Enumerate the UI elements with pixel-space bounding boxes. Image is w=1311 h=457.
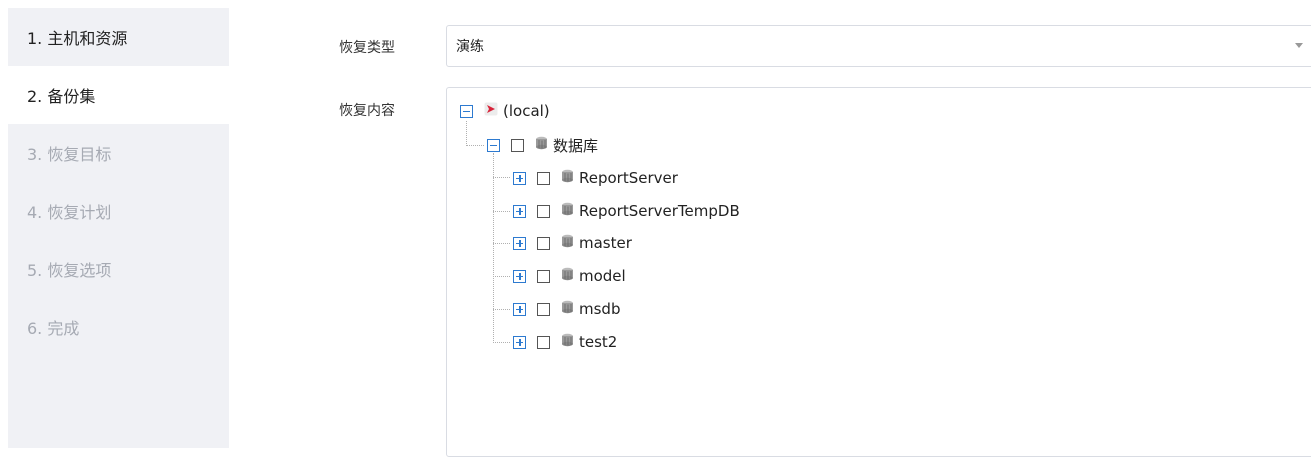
tree-guide-line xyxy=(493,309,510,310)
database-icon xyxy=(535,136,548,154)
tree-guide-line xyxy=(493,211,510,212)
database-checkbox[interactable] xyxy=(537,335,550,349)
tree-guide-line xyxy=(493,342,510,343)
step-label: 3. 恢复目标 xyxy=(27,145,112,164)
step-label: 1. 主机和资源 xyxy=(27,29,128,48)
database-checkbox[interactable] xyxy=(537,302,550,316)
database-icon xyxy=(561,202,574,220)
step-restore-target[interactable]: 3. 恢复目标 xyxy=(8,124,229,182)
expand-toggle-icon[interactable] xyxy=(513,171,526,185)
database-icon xyxy=(561,300,574,318)
tree-node-local[interactable]: (local) xyxy=(460,102,550,120)
tree-node-database[interactable]: msdb xyxy=(513,300,620,318)
restore-type-select[interactable]: 演练 xyxy=(446,25,1311,67)
expand-toggle-icon[interactable] xyxy=(513,269,526,283)
chevron-down-icon xyxy=(1295,43,1303,48)
databases-checkbox[interactable] xyxy=(511,138,524,152)
tree-guide-line xyxy=(493,153,494,343)
tree-node-label: test2 xyxy=(579,333,618,351)
tree-node-databases[interactable]: 数据库 xyxy=(487,136,599,155)
step-restore-plan[interactable]: 4. 恢复计划 xyxy=(8,182,229,240)
step-label: 5. 恢复选项 xyxy=(27,261,112,280)
database-icon xyxy=(561,267,574,285)
tree-node-label: msdb xyxy=(579,300,621,318)
restore-type-value: 演练 xyxy=(456,39,484,55)
database-icon xyxy=(561,234,574,252)
tree-node-database[interactable]: ReportServerTempDB xyxy=(513,202,740,220)
tree-node-database[interactable]: master xyxy=(513,234,632,252)
step-label: 2. 备份集 xyxy=(27,87,96,106)
tree-guide-line xyxy=(466,145,484,146)
server-icon xyxy=(484,102,498,120)
tree-node-label: model xyxy=(579,267,626,285)
tree-node-database[interactable]: ReportServer xyxy=(513,169,678,187)
tree-node-label: 数据库 xyxy=(553,136,599,155)
database-icon xyxy=(561,333,574,351)
restore-content-label: 恢复内容 xyxy=(339,103,395,119)
wizard-steps: 1. 主机和资源 2. 备份集 3. 恢复目标 4. 恢复计划 5. 恢复选项 … xyxy=(8,8,229,448)
restore-type-label: 恢复类型 xyxy=(339,40,395,56)
step-label: 4. 恢复计划 xyxy=(27,203,112,222)
collapse-toggle-icon[interactable] xyxy=(487,138,500,152)
tree-node-label: ReportServerTempDB xyxy=(579,202,740,220)
step-restore-options[interactable]: 5. 恢复选项 xyxy=(8,240,229,298)
step-label: 6. 完成 xyxy=(27,319,80,338)
tree-guide-line xyxy=(466,121,467,146)
database-checkbox[interactable] xyxy=(537,269,550,283)
tree-guide-line xyxy=(493,243,510,244)
step-backup-set[interactable]: 2. 备份集 xyxy=(8,66,229,124)
tree-node-database[interactable]: test2 xyxy=(513,333,617,351)
tree-guide-line xyxy=(493,276,510,277)
tree-node-label: (local) xyxy=(503,102,550,120)
expand-toggle-icon[interactable] xyxy=(513,335,526,349)
expand-toggle-icon[interactable] xyxy=(513,302,526,316)
expand-toggle-icon[interactable] xyxy=(513,204,526,218)
database-checkbox[interactable] xyxy=(537,204,550,218)
step-host-resources[interactable]: 1. 主机和资源 xyxy=(8,8,229,66)
database-icon xyxy=(561,169,574,187)
tree-node-label: ReportServer xyxy=(579,169,678,187)
tree-node-database[interactable]: model xyxy=(513,267,626,285)
database-checkbox[interactable] xyxy=(537,171,550,185)
expand-toggle-icon[interactable] xyxy=(513,236,526,250)
collapse-toggle-icon[interactable] xyxy=(460,104,473,118)
tree-guide-line xyxy=(493,177,510,178)
tree-node-label: master xyxy=(579,234,632,252)
database-checkbox[interactable] xyxy=(537,236,550,250)
step-finish[interactable]: 6. 完成 xyxy=(8,298,229,356)
